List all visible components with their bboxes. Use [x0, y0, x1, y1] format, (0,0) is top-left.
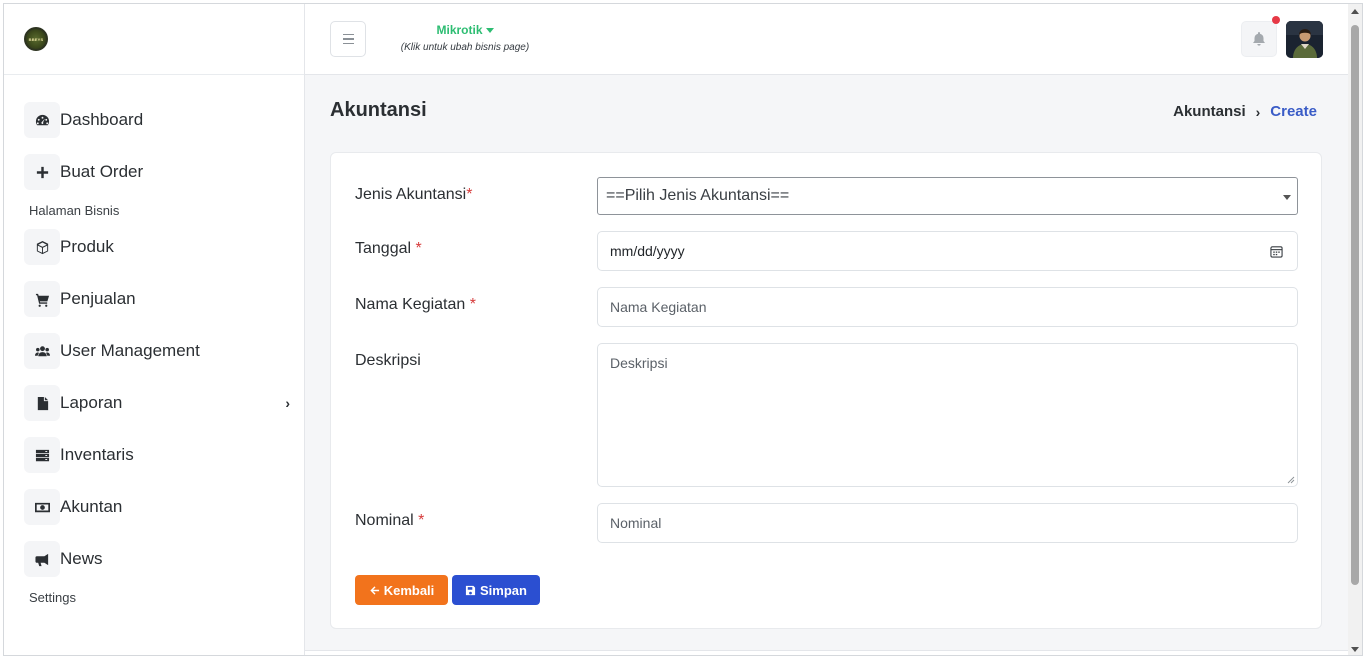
save-button-label: Simpan [480, 582, 527, 598]
breadcrumb-parent[interactable]: Akuntansi [1173, 103, 1246, 120]
sidebar-item-label: Dashboard [60, 110, 144, 129]
chevron-right-icon: › [1255, 103, 1261, 120]
jenis-akuntansi-label: Jenis Akuntansi* [355, 186, 472, 204]
required-mark: * [415, 240, 422, 257]
cart-icon [24, 281, 60, 317]
sidebar-item-inventaris[interactable]: Inventaris [24, 437, 290, 473]
sidebar-item-news[interactable]: News [24, 541, 290, 577]
sidebar-item-label: Buat Order [60, 162, 144, 181]
caret-down-icon [485, 28, 494, 34]
sidebar-section-business: Halaman Bisnis [29, 203, 120, 218]
sidebar-section-settings: Settings [29, 590, 76, 605]
deskripsi-label: Deskripsi [355, 352, 421, 370]
logo-area: BBEYS [4, 4, 304, 75]
page-title: Akuntansi [330, 99, 427, 121]
sidebar-item-label: Penjualan [60, 289, 136, 308]
required-mark: * [466, 186, 473, 203]
bullhorn-icon [24, 541, 60, 577]
app-window: BBEYS Dashboard Buat Order Halaman Bisni… [3, 3, 1363, 656]
textarea-placeholder: Deskripsi [610, 355, 668, 371]
plus-icon [24, 154, 60, 190]
arrow-left-icon [370, 585, 379, 595]
label-text: Tanggal [355, 240, 412, 257]
scroll-up-arrow-icon[interactable] [1351, 9, 1359, 14]
resize-grip-icon[interactable] [1287, 476, 1295, 484]
topbar: Mikrotik (Klik untuk ubah bisnis page) [305, 4, 1362, 75]
page-scrollbar[interactable] [1348, 4, 1362, 655]
users-icon [24, 333, 60, 369]
sidebar-item-label: Laporan [60, 393, 123, 412]
sidebar-item-buat-order[interactable]: Buat Order [24, 154, 290, 190]
main-content: Akuntansi Akuntansi › Create Jenis Akunt… [305, 75, 1350, 655]
nama-kegiatan-label: Nama Kegiatan * [355, 296, 476, 314]
bell-icon [1253, 32, 1265, 46]
scroll-down-arrow-icon[interactable] [1351, 647, 1359, 652]
business-name: Mikrotik [436, 23, 483, 37]
brand-logo[interactable]: BBEYS [24, 27, 48, 51]
form-card: Jenis Akuntansi* ==Pilih Jenis Akuntansi… [330, 152, 1322, 629]
hamburger-line [342, 42, 354, 45]
notification-badge [1272, 16, 1280, 24]
sidebar: BBEYS Dashboard Buat Order Halaman Bisni… [4, 4, 305, 655]
sidebar-item-akuntan[interactable]: Akuntan [24, 489, 290, 525]
server-icon [24, 437, 60, 473]
file-icon [24, 385, 60, 421]
calendar-icon[interactable] [1270, 245, 1283, 258]
sidebar-item-produk[interactable]: Produk [24, 229, 290, 265]
hamburger-line [342, 33, 354, 36]
label-text: Nama Kegiatan [355, 296, 466, 313]
label-text: Jenis Akuntansi [355, 186, 467, 203]
sidebar-item-label: Akuntan [60, 497, 123, 516]
business-hint: (Klik untuk ubah bisnis page) [400, 42, 530, 53]
logo-text: BBEYS [28, 36, 44, 42]
input-placeholder: Nama Kegiatan [610, 299, 707, 315]
save-button[interactable]: Simpan [452, 575, 540, 605]
sidebar-item-dashboard[interactable]: Dashboard [24, 102, 290, 138]
money-bill-icon [24, 489, 60, 525]
sidebar-item-label: News [60, 549, 103, 568]
sidebar-item-label: User Management [60, 341, 200, 360]
breadcrumb-current: Create [1270, 103, 1317, 120]
date-placeholder: mm/dd/yyyy [610, 243, 685, 259]
caret-down-icon [1283, 195, 1291, 200]
jenis-akuntansi-select[interactable]: ==Pilih Jenis Akuntansi== [597, 177, 1298, 215]
chevron-right-icon: › [285, 395, 290, 411]
sidebar-item-laporan[interactable]: Laporan › [24, 385, 290, 421]
required-mark: * [469, 296, 476, 313]
required-mark: * [418, 512, 425, 529]
input-placeholder: Nominal [610, 515, 662, 531]
back-button-label: Kembali [383, 582, 435, 598]
scrollbar-thumb[interactable] [1351, 25, 1359, 585]
nama-kegiatan-input[interactable]: Nama Kegiatan [597, 287, 1298, 327]
floppy-disk-icon [465, 585, 476, 595]
dashboard-gauge-icon [24, 102, 60, 138]
user-avatar[interactable] [1286, 21, 1323, 58]
box-icon [24, 229, 60, 265]
sidebar-item-label: Inventaris [60, 445, 134, 464]
sidebar-item-user-management[interactable]: User Management [24, 333, 290, 369]
label-text: Deskripsi [355, 352, 421, 369]
hamburger-line [342, 38, 354, 40]
breadcrumb: Akuntansi › Create [1173, 103, 1317, 120]
notification-button[interactable] [1241, 16, 1280, 57]
nominal-input[interactable]: Nominal [597, 503, 1298, 543]
select-value: ==Pilih Jenis Akuntansi== [606, 187, 790, 204]
sidebar-item-label: Produk [60, 237, 114, 256]
business-name-dropdown[interactable]: Mikrotik [385, 23, 545, 37]
back-button[interactable]: Kembali [355, 575, 448, 605]
menu-toggle-button[interactable] [330, 21, 366, 57]
footer [305, 650, 1350, 655]
deskripsi-textarea[interactable]: Deskripsi [597, 343, 1298, 487]
tanggal-date-input[interactable]: mm/dd/yyyy [597, 231, 1298, 271]
business-switcher[interactable]: Mikrotik (Klik untuk ubah bisnis page) [385, 23, 545, 53]
nominal-label: Nominal * [355, 512, 424, 530]
tanggal-label: Tanggal * [355, 240, 422, 258]
sidebar-item-penjualan[interactable]: Penjualan [24, 281, 290, 317]
label-text: Nominal [355, 512, 414, 529]
